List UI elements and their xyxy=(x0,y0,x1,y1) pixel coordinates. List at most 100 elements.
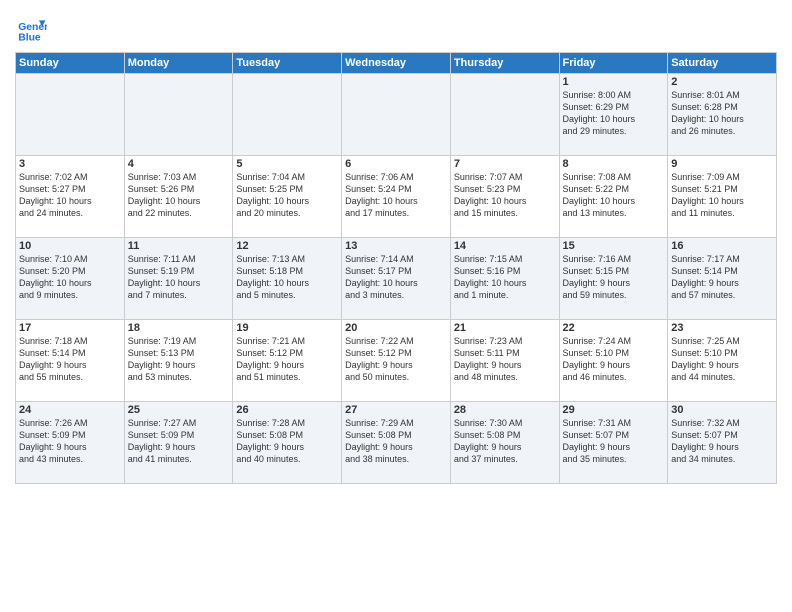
calendar-header: SundayMondayTuesdayWednesdayThursdayFrid… xyxy=(16,53,777,74)
calendar-cell: 20Sunrise: 7:22 AM Sunset: 5:12 PM Dayli… xyxy=(342,320,451,402)
calendar-cell: 17Sunrise: 7:18 AM Sunset: 5:14 PM Dayli… xyxy=(16,320,125,402)
calendar-cell: 24Sunrise: 7:26 AM Sunset: 5:09 PM Dayli… xyxy=(16,402,125,484)
calendar-table: SundayMondayTuesdayWednesdayThursdayFrid… xyxy=(15,52,777,484)
calendar-cell: 30Sunrise: 7:32 AM Sunset: 5:07 PM Dayli… xyxy=(668,402,777,484)
day-number: 24 xyxy=(19,404,121,416)
day-info: Sunrise: 7:26 AM Sunset: 5:09 PM Dayligh… xyxy=(19,417,121,466)
svg-text:Blue: Blue xyxy=(18,32,41,43)
calendar-cell: 4Sunrise: 7:03 AM Sunset: 5:26 PM Daylig… xyxy=(124,156,233,238)
calendar-cell xyxy=(16,74,125,156)
day-info: Sunrise: 8:01 AM Sunset: 6:28 PM Dayligh… xyxy=(671,89,773,138)
day-info: Sunrise: 7:28 AM Sunset: 5:08 PM Dayligh… xyxy=(236,417,338,466)
calendar-cell: 22Sunrise: 7:24 AM Sunset: 5:10 PM Dayli… xyxy=(559,320,668,402)
day-number: 11 xyxy=(128,240,230,252)
day-number: 13 xyxy=(345,240,447,252)
day-info: Sunrise: 7:30 AM Sunset: 5:08 PM Dayligh… xyxy=(454,417,556,466)
day-number: 7 xyxy=(454,158,556,170)
day-number: 22 xyxy=(563,322,665,334)
calendar-cell: 11Sunrise: 7:11 AM Sunset: 5:19 PM Dayli… xyxy=(124,238,233,320)
week-row-1: 1Sunrise: 8:00 AM Sunset: 6:29 PM Daylig… xyxy=(16,74,777,156)
day-info: Sunrise: 7:03 AM Sunset: 5:26 PM Dayligh… xyxy=(128,171,230,220)
calendar-cell: 16Sunrise: 7:17 AM Sunset: 5:14 PM Dayli… xyxy=(668,238,777,320)
logo-icon: General Blue xyxy=(15,14,47,46)
day-info: Sunrise: 8:00 AM Sunset: 6:29 PM Dayligh… xyxy=(563,89,665,138)
day-number: 1 xyxy=(563,76,665,88)
calendar-cell xyxy=(450,74,559,156)
weekday-header-monday: Monday xyxy=(124,53,233,74)
day-number: 18 xyxy=(128,322,230,334)
calendar-cell: 5Sunrise: 7:04 AM Sunset: 5:25 PM Daylig… xyxy=(233,156,342,238)
calendar-cell: 1Sunrise: 8:00 AM Sunset: 6:29 PM Daylig… xyxy=(559,74,668,156)
day-number: 26 xyxy=(236,404,338,416)
week-row-4: 17Sunrise: 7:18 AM Sunset: 5:14 PM Dayli… xyxy=(16,320,777,402)
week-row-5: 24Sunrise: 7:26 AM Sunset: 5:09 PM Dayli… xyxy=(16,402,777,484)
calendar-cell: 3Sunrise: 7:02 AM Sunset: 5:27 PM Daylig… xyxy=(16,156,125,238)
calendar-cell: 15Sunrise: 7:16 AM Sunset: 5:15 PM Dayli… xyxy=(559,238,668,320)
day-number: 2 xyxy=(671,76,773,88)
page-header: General Blue xyxy=(15,10,777,46)
calendar-cell: 18Sunrise: 7:19 AM Sunset: 5:13 PM Dayli… xyxy=(124,320,233,402)
day-info: Sunrise: 7:04 AM Sunset: 5:25 PM Dayligh… xyxy=(236,171,338,220)
calendar-cell: 10Sunrise: 7:10 AM Sunset: 5:20 PM Dayli… xyxy=(16,238,125,320)
calendar-cell: 28Sunrise: 7:30 AM Sunset: 5:08 PM Dayli… xyxy=(450,402,559,484)
day-info: Sunrise: 7:24 AM Sunset: 5:10 PM Dayligh… xyxy=(563,335,665,384)
day-number: 4 xyxy=(128,158,230,170)
weekday-header-tuesday: Tuesday xyxy=(233,53,342,74)
day-info: Sunrise: 7:13 AM Sunset: 5:18 PM Dayligh… xyxy=(236,253,338,302)
calendar-cell: 21Sunrise: 7:23 AM Sunset: 5:11 PM Dayli… xyxy=(450,320,559,402)
day-number: 25 xyxy=(128,404,230,416)
day-info: Sunrise: 7:23 AM Sunset: 5:11 PM Dayligh… xyxy=(454,335,556,384)
day-info: Sunrise: 7:32 AM Sunset: 5:07 PM Dayligh… xyxy=(671,417,773,466)
calendar-cell: 12Sunrise: 7:13 AM Sunset: 5:18 PM Dayli… xyxy=(233,238,342,320)
calendar-cell: 26Sunrise: 7:28 AM Sunset: 5:08 PM Dayli… xyxy=(233,402,342,484)
calendar-cell: 7Sunrise: 7:07 AM Sunset: 5:23 PM Daylig… xyxy=(450,156,559,238)
day-number: 21 xyxy=(454,322,556,334)
day-info: Sunrise: 7:02 AM Sunset: 5:27 PM Dayligh… xyxy=(19,171,121,220)
day-number: 30 xyxy=(671,404,773,416)
day-number: 20 xyxy=(345,322,447,334)
calendar-cell: 23Sunrise: 7:25 AM Sunset: 5:10 PM Dayli… xyxy=(668,320,777,402)
day-number: 23 xyxy=(671,322,773,334)
calendar-cell: 8Sunrise: 7:08 AM Sunset: 5:22 PM Daylig… xyxy=(559,156,668,238)
day-info: Sunrise: 7:17 AM Sunset: 5:14 PM Dayligh… xyxy=(671,253,773,302)
calendar-cell: 29Sunrise: 7:31 AM Sunset: 5:07 PM Dayli… xyxy=(559,402,668,484)
day-info: Sunrise: 7:08 AM Sunset: 5:22 PM Dayligh… xyxy=(563,171,665,220)
week-row-2: 3Sunrise: 7:02 AM Sunset: 5:27 PM Daylig… xyxy=(16,156,777,238)
day-number: 5 xyxy=(236,158,338,170)
weekday-header-row: SundayMondayTuesdayWednesdayThursdayFrid… xyxy=(16,53,777,74)
day-number: 29 xyxy=(563,404,665,416)
day-info: Sunrise: 7:31 AM Sunset: 5:07 PM Dayligh… xyxy=(563,417,665,466)
day-number: 6 xyxy=(345,158,447,170)
calendar-cell: 9Sunrise: 7:09 AM Sunset: 5:21 PM Daylig… xyxy=(668,156,777,238)
day-info: Sunrise: 7:22 AM Sunset: 5:12 PM Dayligh… xyxy=(345,335,447,384)
calendar-cell xyxy=(233,74,342,156)
calendar-cell: 19Sunrise: 7:21 AM Sunset: 5:12 PM Dayli… xyxy=(233,320,342,402)
weekday-header-friday: Friday xyxy=(559,53,668,74)
day-number: 12 xyxy=(236,240,338,252)
day-info: Sunrise: 7:07 AM Sunset: 5:23 PM Dayligh… xyxy=(454,171,556,220)
day-info: Sunrise: 7:18 AM Sunset: 5:14 PM Dayligh… xyxy=(19,335,121,384)
calendar-cell xyxy=(124,74,233,156)
day-info: Sunrise: 7:21 AM Sunset: 5:12 PM Dayligh… xyxy=(236,335,338,384)
weekday-header-thursday: Thursday xyxy=(450,53,559,74)
day-info: Sunrise: 7:10 AM Sunset: 5:20 PM Dayligh… xyxy=(19,253,121,302)
day-number: 3 xyxy=(19,158,121,170)
day-number: 19 xyxy=(236,322,338,334)
day-number: 8 xyxy=(563,158,665,170)
weekday-header-wednesday: Wednesday xyxy=(342,53,451,74)
calendar-cell: 6Sunrise: 7:06 AM Sunset: 5:24 PM Daylig… xyxy=(342,156,451,238)
weekday-header-sunday: Sunday xyxy=(16,53,125,74)
calendar-cell xyxy=(342,74,451,156)
week-row-3: 10Sunrise: 7:10 AM Sunset: 5:20 PM Dayli… xyxy=(16,238,777,320)
calendar-cell: 25Sunrise: 7:27 AM Sunset: 5:09 PM Dayli… xyxy=(124,402,233,484)
day-info: Sunrise: 7:27 AM Sunset: 5:09 PM Dayligh… xyxy=(128,417,230,466)
calendar-cell: 13Sunrise: 7:14 AM Sunset: 5:17 PM Dayli… xyxy=(342,238,451,320)
day-info: Sunrise: 7:25 AM Sunset: 5:10 PM Dayligh… xyxy=(671,335,773,384)
calendar-cell: 27Sunrise: 7:29 AM Sunset: 5:08 PM Dayli… xyxy=(342,402,451,484)
day-number: 17 xyxy=(19,322,121,334)
day-number: 16 xyxy=(671,240,773,252)
day-number: 9 xyxy=(671,158,773,170)
day-number: 28 xyxy=(454,404,556,416)
logo: General Blue xyxy=(15,14,51,46)
calendar-body: 1Sunrise: 8:00 AM Sunset: 6:29 PM Daylig… xyxy=(16,74,777,484)
